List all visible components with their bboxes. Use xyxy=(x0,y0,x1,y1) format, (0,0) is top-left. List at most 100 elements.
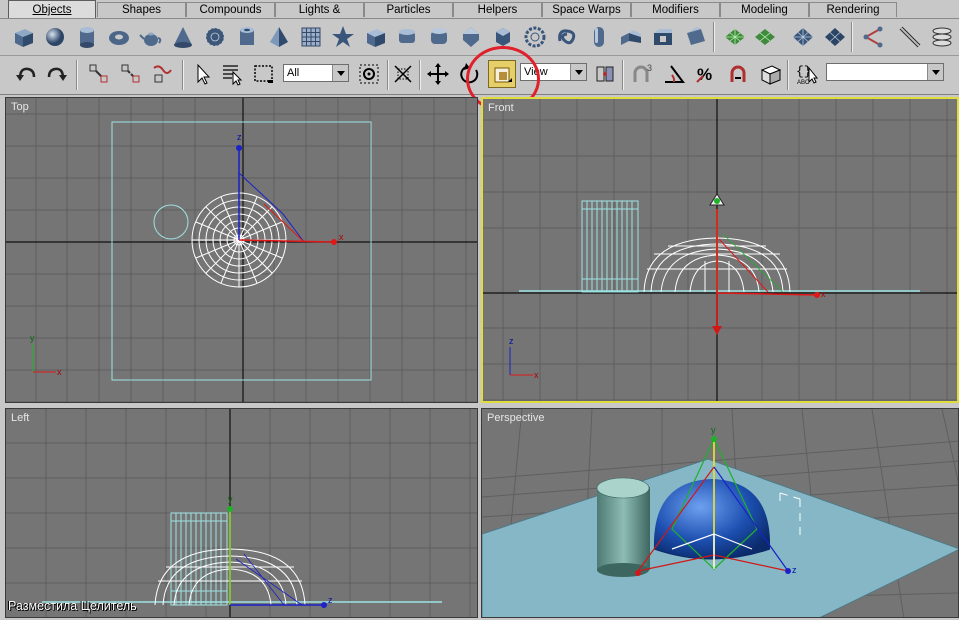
chevron-down-icon xyxy=(927,64,943,80)
toolbar-separator xyxy=(713,22,715,52)
watermark-caption: Разместила Целитель xyxy=(8,599,137,613)
tab-compounds[interactable]: Compounds xyxy=(186,2,275,17)
svg-text:3: 3 xyxy=(647,63,652,73)
svg-text:x: x xyxy=(821,289,826,299)
patch-green-icon[interactable] xyxy=(751,23,779,51)
bind-to-space-warp-icon[interactable] xyxy=(149,60,177,88)
tab-objects[interactable]: Objects xyxy=(8,0,96,18)
viewport-label-perspective[interactable]: Perspective xyxy=(487,412,544,424)
branch-icon[interactable] xyxy=(860,23,888,51)
wire-cylinder-left xyxy=(170,512,228,606)
wire-cylinder-front xyxy=(581,200,639,293)
toolbar-separator xyxy=(787,60,789,90)
named-selection-dropdown[interactable] xyxy=(826,63,944,81)
chamferbox-icon[interactable] xyxy=(361,23,389,51)
svg-text:z: z xyxy=(328,595,333,605)
toolbar-separator xyxy=(76,60,78,90)
tab-modeling[interactable]: Modeling xyxy=(720,2,809,17)
viewport-front[interactable]: x z x Front xyxy=(481,97,959,403)
select-and-link-icon[interactable] xyxy=(85,60,113,88)
svg-text:ABC: ABC xyxy=(797,80,810,86)
geosphere-icon[interactable] xyxy=(201,23,229,51)
toolbar-separator xyxy=(419,60,421,90)
box-icon[interactable] xyxy=(9,23,37,51)
svg-text:z: z xyxy=(237,132,242,142)
svg-text:x: x xyxy=(339,232,344,242)
plane-grid-icon[interactable] xyxy=(297,23,325,51)
edit-named-selection-icon[interactable]: {} ABC xyxy=(793,60,821,88)
toolbar-separator xyxy=(182,60,184,90)
svg-text:y: y xyxy=(228,494,233,504)
torusknot-icon[interactable] xyxy=(553,23,581,51)
cone-icon[interactable] xyxy=(169,23,197,51)
rectangular-selection-icon[interactable] xyxy=(250,60,278,88)
viewport-top[interactable]: z x y x Top xyxy=(5,97,478,403)
top-scene: z x y x xyxy=(6,98,477,402)
viewport-left[interactable]: y z Left xyxy=(5,408,478,618)
create-objects-toolbar xyxy=(0,19,959,56)
select-by-name-icon[interactable] xyxy=(218,60,246,88)
chevron-down-icon xyxy=(332,65,348,81)
select-region-icon[interactable] xyxy=(355,60,383,88)
shaded-cylinder xyxy=(596,477,650,577)
toolbar-separator xyxy=(851,22,853,52)
tab-helpers[interactable]: Helpers xyxy=(453,2,542,17)
mesh-green-icon[interactable] xyxy=(721,23,749,51)
tab-modifiers[interactable]: Modifiers xyxy=(631,2,720,17)
perspective-scene: y z xyxy=(482,409,958,617)
snap-toggle-icon[interactable]: 3 xyxy=(627,60,655,88)
editable-mesh-icon[interactable] xyxy=(789,23,817,51)
viewport-label-top[interactable]: Top xyxy=(11,101,29,113)
select-and-move-icon[interactable] xyxy=(424,60,452,88)
pyramid-icon[interactable] xyxy=(265,23,293,51)
viewport-label-front[interactable]: Front xyxy=(488,102,514,114)
tab-shapes[interactable]: Shapes xyxy=(97,2,186,17)
toolbar-separator xyxy=(622,60,624,90)
left-scene: y z xyxy=(6,409,477,617)
sphere-icon[interactable] xyxy=(41,23,69,51)
angle-snap-icon[interactable] xyxy=(660,60,688,88)
stack-icon[interactable] xyxy=(928,23,956,51)
svg-text:z: z xyxy=(509,336,514,346)
svg-text:x: x xyxy=(57,367,62,377)
capsule-icon[interactable] xyxy=(585,23,613,51)
chevron-down-icon xyxy=(570,64,586,80)
svg-text:z: z xyxy=(792,565,797,575)
hedra-icon[interactable] xyxy=(329,23,357,51)
undo-icon[interactable] xyxy=(12,60,40,88)
prism-icon[interactable] xyxy=(681,23,709,51)
teapot-icon[interactable] xyxy=(137,23,165,51)
svg-text:y: y xyxy=(711,425,716,435)
tab-space-warps[interactable]: Space Warps xyxy=(542,2,631,17)
svg-text:x: x xyxy=(534,370,539,380)
oiltank-icon[interactable] xyxy=(425,23,453,51)
cylinder-icon[interactable] xyxy=(73,23,101,51)
tube-icon[interactable] xyxy=(233,23,261,51)
chamfercyl-icon[interactable] xyxy=(393,23,421,51)
select-object-icon[interactable] xyxy=(189,60,217,88)
redo-icon[interactable] xyxy=(43,60,71,88)
svg-text:y: y xyxy=(30,333,35,343)
ringwave-icon[interactable] xyxy=(521,23,549,51)
named-selection-sets-icon[interactable] xyxy=(756,60,784,88)
window-crossing-icon[interactable] xyxy=(389,60,417,88)
selection-filter-dropdown[interactable]: All xyxy=(283,64,349,82)
editable-poly-icon[interactable] xyxy=(821,23,849,51)
viewport-perspective[interactable]: y z Perspective xyxy=(481,408,959,618)
front-scene: x z x xyxy=(483,99,957,401)
use-pivot-center-icon[interactable] xyxy=(591,60,619,88)
c-ext-icon[interactable] xyxy=(649,23,677,51)
unlink-selection-icon[interactable] xyxy=(117,60,145,88)
command-panel-tabs: Objects Shapes Compounds Lights & Camera… xyxy=(0,0,959,31)
tab-lights-cameras[interactable]: Lights & Cameras xyxy=(275,2,364,31)
svg-text:%: % xyxy=(697,65,712,84)
spindle-icon[interactable] xyxy=(457,23,485,51)
l-ext-icon[interactable] xyxy=(617,23,645,51)
pipe-tool-icon[interactable] xyxy=(896,23,924,51)
percent-snap-icon[interactable]: % xyxy=(692,60,720,88)
torus-icon[interactable] xyxy=(105,23,133,51)
viewport-label-left[interactable]: Left xyxy=(11,412,29,424)
tab-rendering[interactable]: Rendering xyxy=(809,2,897,17)
tab-particles[interactable]: Particles xyxy=(364,2,453,17)
spinner-snap-icon[interactable] xyxy=(724,60,752,88)
